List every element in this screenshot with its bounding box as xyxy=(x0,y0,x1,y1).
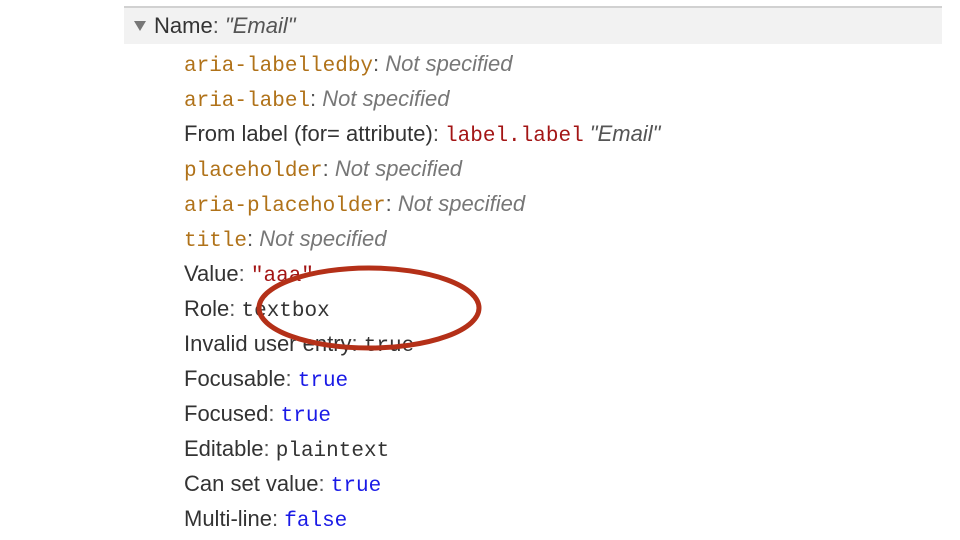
from-label-value: Email xyxy=(598,121,653,146)
quote-open: " xyxy=(225,13,233,38)
value-string: aaa xyxy=(263,265,301,288)
attr-value: Not specified xyxy=(259,226,386,251)
focusable-value: true xyxy=(298,370,348,393)
row-placeholder: placeholder: Not specified xyxy=(184,153,942,188)
row-role: Role: textbox xyxy=(184,293,942,328)
accessibility-panel: Name: "Email" aria-labelledby: Not speci… xyxy=(124,6,942,538)
quote-close: " xyxy=(288,13,296,38)
value-label: Value xyxy=(184,261,239,286)
role-value: textbox xyxy=(241,300,329,323)
attr-name: aria-label xyxy=(184,90,310,113)
attr-value: Not specified xyxy=(322,86,449,111)
row-focused: Focused: true xyxy=(184,398,942,433)
row-multi-line: Multi-line: false xyxy=(184,503,942,538)
editable-value: plaintext xyxy=(276,440,389,463)
row-from-label: From label (for= attribute): label.label… xyxy=(184,118,942,153)
from-label-label: From label (for= attribute) xyxy=(184,121,433,146)
cansetvalue-label: Can set value xyxy=(184,471,319,496)
attr-value: Not specified xyxy=(335,156,462,181)
attr-value: Not specified xyxy=(385,51,512,76)
role-label: Role xyxy=(184,296,229,321)
row-can-set-value: Can set value: true xyxy=(184,468,942,503)
editable-label: Editable xyxy=(184,436,264,461)
row-editable: Editable: plaintext xyxy=(184,433,942,468)
attr-name: placeholder xyxy=(184,160,323,183)
from-label-selector: label.label xyxy=(445,125,584,148)
name-header-label: Name xyxy=(154,13,213,38)
row-invalid-user-entry: Invalid user entry: true xyxy=(184,328,942,363)
property-list: aria-labelledby: Not specified aria-labe… xyxy=(124,44,942,538)
multiline-label: Multi-line xyxy=(184,506,272,531)
row-aria-labelledby: aria-labelledby: Not specified xyxy=(184,48,942,83)
attr-name: aria-labelledby xyxy=(184,55,373,78)
name-header-row[interactable]: Name: "Email" xyxy=(124,8,942,44)
row-title: title: Not specified xyxy=(184,223,942,258)
multiline-value: false xyxy=(284,510,347,533)
attr-value: Not specified xyxy=(398,191,525,216)
row-value: Value: "aaa" xyxy=(184,258,942,293)
colon: : xyxy=(213,13,225,38)
cansetvalue-value: true xyxy=(331,475,381,498)
attr-name: title xyxy=(184,230,247,253)
focused-label: Focused xyxy=(184,401,268,426)
focused-value: true xyxy=(281,405,331,428)
disclosure-triangle-icon[interactable] xyxy=(134,21,146,31)
focusable-label: Focusable xyxy=(184,366,286,391)
row-focusable: Focusable: true xyxy=(184,363,942,398)
invalid-label: Invalid user entry xyxy=(184,331,352,356)
row-aria-placeholder: aria-placeholder: Not specified xyxy=(184,188,942,223)
invalid-value: true xyxy=(364,335,414,358)
row-aria-label: aria-label: Not specified xyxy=(184,83,942,118)
attr-name: aria-placeholder xyxy=(184,195,386,218)
name-header-value: Email xyxy=(233,13,288,38)
